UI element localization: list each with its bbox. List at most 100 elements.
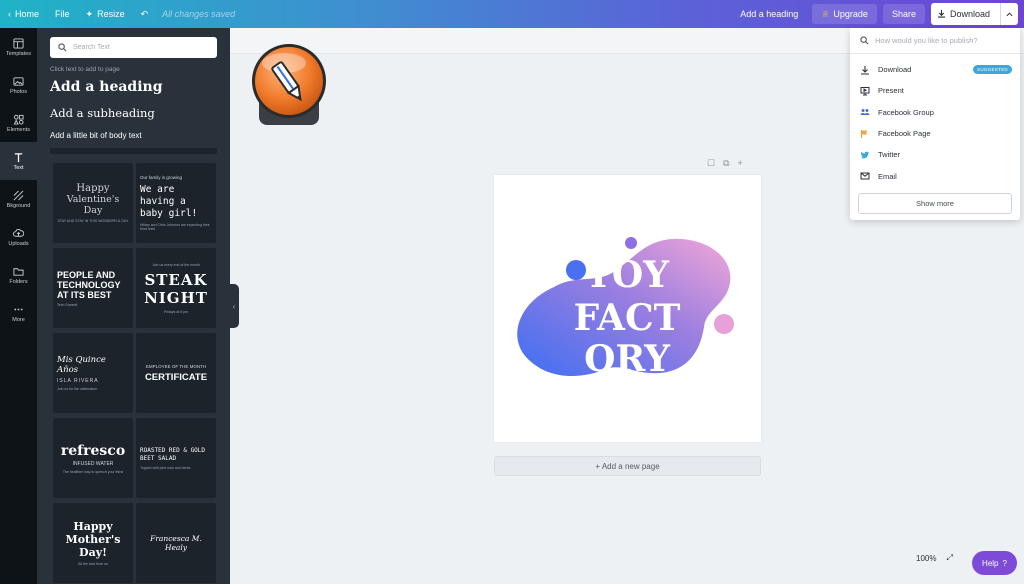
publish-search[interactable]: How would you like to publish? — [850, 28, 1020, 54]
resize-button[interactable]: ✦ Resize — [78, 0, 133, 28]
note-icon[interactable]: ☐ — [707, 158, 715, 169]
publish-item-download[interactable]: Download SUGGESTED — [850, 59, 1020, 80]
add-body-text[interactable]: Add a little bit of body text — [50, 131, 142, 140]
bubble-right — [714, 314, 734, 334]
chevron-up-icon[interactable] — [1000, 3, 1018, 25]
text-search[interactable] — [50, 37, 217, 58]
rail-label: Text — [13, 164, 24, 171]
add-new-page-button[interactable]: + Add a new page — [494, 456, 761, 476]
text-search-input[interactable] — [73, 44, 203, 51]
logo-word-2: FACT — [574, 297, 681, 339]
duplicate-page-icon[interactable]: ⧉ — [723, 158, 729, 169]
share-button[interactable]: Share — [882, 4, 925, 24]
page-tools: ☐ ⧉ + — [707, 158, 743, 169]
undo-button[interactable]: ↶ — [133, 0, 157, 28]
photos-icon — [13, 76, 24, 86]
add-heading-text[interactable]: Add a heading — [50, 79, 163, 95]
design-page[interactable]: TOY FACT ORY — [494, 175, 761, 442]
file-menu[interactable]: File — [47, 0, 78, 28]
download-button[interactable]: Download — [930, 3, 1018, 25]
toy-factory-logo[interactable]: TOY FACT ORY — [494, 175, 761, 442]
publish-item-present[interactable]: Present — [850, 80, 1020, 101]
publish-item-label: Twitter — [878, 150, 901, 160]
rail-label: Elements — [7, 126, 30, 133]
publish-item-label: Download — [878, 65, 912, 75]
publish-item-label: Facebook Page — [878, 129, 931, 139]
rail-item-photos[interactable]: Photos — [0, 66, 37, 104]
help-label: Help — [982, 558, 999, 568]
magic-icon: ✦ — [85, 8, 94, 19]
rail-item-elements[interactable]: Elements — [0, 104, 37, 142]
upgrade-button[interactable]: ♕ Upgrade — [812, 4, 877, 24]
email-icon — [860, 172, 870, 180]
home-label: Home — [15, 9, 40, 19]
show-more-button[interactable]: Show more — [858, 192, 1012, 214]
panel-hint: Click text to add to page — [50, 66, 120, 73]
top-bar: ‹ Home File ✦ Resize ↶ All changes saved… — [0, 0, 1024, 28]
rail-label: Uploads — [8, 240, 29, 247]
resize-label: Resize — [97, 9, 125, 19]
pencil-icon — [252, 44, 326, 125]
search-icon — [860, 36, 869, 45]
save-status: All changes saved — [162, 9, 236, 19]
text-template-certificate[interactable]: EMPLOYEE OF THE MONTH CERTIFICATE — [136, 333, 216, 413]
uploads-icon — [13, 228, 24, 237]
suggested-badge: SUGGESTED — [973, 65, 1012, 75]
twitter-icon — [860, 151, 869, 159]
rail-item-more[interactable]: More — [0, 294, 37, 332]
publish-item-twitter[interactable]: Twitter — [850, 144, 1020, 165]
rail-item-background[interactable]: Bkground — [0, 180, 37, 218]
templates-icon — [13, 37, 24, 49]
rail-label: Templates — [5, 50, 32, 57]
facebook-group-icon — [860, 109, 870, 116]
zoom-level[interactable]: 100% — [916, 554, 936, 563]
add-page-icon[interactable]: + — [738, 158, 743, 169]
add-heading-button[interactable]: Add a heading — [732, 0, 806, 28]
undo-icon: ↶ — [140, 8, 149, 19]
question-icon: ? — [1002, 558, 1007, 568]
text-template-baby[interactable]: Our family is growing We are having a ba… — [136, 163, 216, 243]
chevron-left-icon: ‹ — [232, 301, 236, 311]
logo-word-1: TOY — [585, 254, 670, 296]
add-heading-label: Add a heading — [740, 9, 799, 19]
rail-label: Folders — [9, 278, 28, 285]
rail-item-text[interactable]: Text — [0, 142, 37, 180]
search-icon — [58, 43, 67, 52]
present-icon — [860, 86, 870, 96]
text-template-signature[interactable]: Francesca M. Healy — [136, 503, 216, 583]
share-label: Share — [891, 9, 916, 19]
text-panel: Click text to add to page Add a heading … — [37, 28, 230, 584]
upgrade-label: Upgrade — [833, 9, 868, 19]
rail-item-folders[interactable]: Folders — [0, 256, 37, 294]
rail-label: More — [12, 316, 25, 323]
expand-icon[interactable]: ⤢ — [946, 553, 952, 563]
download-icon — [861, 65, 869, 75]
elements-icon — [13, 114, 24, 125]
text-template-valentines[interactable]: Happy Valentine's Day STAY AND STAY IN T… — [53, 163, 133, 243]
publish-dropdown: How would you like to publish? Download … — [850, 28, 1020, 220]
divider — [50, 148, 217, 154]
text-template-quince[interactable]: Mis Quince Años ISLA RIVERA Join us for … — [53, 333, 133, 413]
text-template-technology[interactable]: PEOPLE AND TECHNOLOGY AT ITS BEST Tech S… — [53, 248, 133, 328]
chevron-left-icon: ‹ — [8, 9, 11, 19]
text-template-beet-salad[interactable]: ROASTED RED & GOLD BEET SALAD Topped wit… — [136, 418, 216, 498]
publish-item-facebook-group[interactable]: Facebook Group — [850, 102, 1020, 123]
text-template-steak-night[interactable]: Join us every end of the month STEAK NIG… — [136, 248, 216, 328]
background-icon — [13, 190, 24, 200]
download-icon — [937, 9, 946, 20]
text-icon — [14, 152, 23, 162]
rail-label: Bkground — [6, 202, 31, 209]
home-button[interactable]: ‹ Home — [0, 0, 47, 28]
publish-item-email[interactable]: Email — [850, 165, 1020, 186]
collapse-panel-button[interactable]: ‹ — [229, 284, 239, 328]
more-icon — [14, 308, 23, 310]
rail-item-uploads[interactable]: Uploads — [0, 218, 37, 256]
bubble-small — [625, 237, 637, 249]
publish-item-facebook-page[interactable]: Facebook Page — [850, 123, 1020, 144]
download-label: Download — [949, 9, 990, 19]
add-subheading-text[interactable]: Add a subheading — [50, 106, 155, 120]
text-template-mothers-day[interactable]: Happy Mother's Day! All the love from us — [53, 503, 133, 583]
help-button[interactable]: Help ? — [972, 551, 1017, 575]
text-template-refresco[interactable]: refresco INFUSED WATER The healthier way… — [53, 418, 133, 498]
rail-item-templates[interactable]: Templates — [0, 28, 37, 66]
